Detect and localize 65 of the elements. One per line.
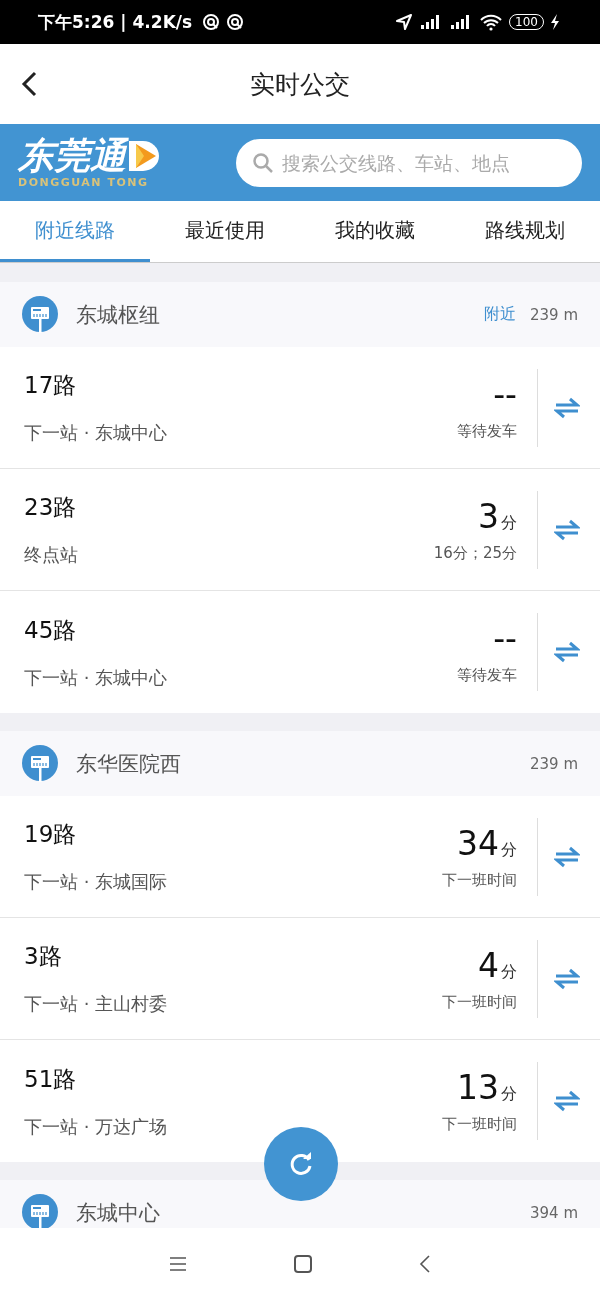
- route-row[interactable]: 23路 终点站 3 分 16分；25分: [0, 469, 600, 591]
- arrival-time: --: [493, 619, 517, 658]
- station-name: 东华医院西: [76, 750, 181, 778]
- arrival-time: --: [493, 374, 517, 414]
- route-row[interactable]: 17路 下一站 · 东城中心 -- 等待发车: [0, 347, 600, 469]
- route-name: 23路: [24, 493, 78, 522]
- page-title: 实时公交: [250, 68, 350, 101]
- station-header[interactable]: 东华医院西 239 m: [0, 731, 600, 796]
- search-icon: [252, 151, 274, 174]
- station-distance: 239 m: [530, 754, 578, 773]
- arrival-status: 等待发车: [457, 666, 517, 685]
- station-header[interactable]: 东城中心 394 m: [0, 1180, 600, 1228]
- route-name: 19路: [24, 820, 78, 849]
- next-stop: 下一站 · 东城国际: [24, 870, 169, 894]
- time-unit: 分: [501, 512, 517, 534]
- arrival-time: 3: [478, 496, 499, 536]
- search-field[interactable]: 搜索公交线路、车站、地点: [236, 138, 582, 187]
- next-stop: 下一站 · 东城中心: [24, 665, 169, 690]
- network-speed: 4.2K/s: [132, 12, 193, 32]
- home-icon[interactable]: [293, 1254, 313, 1274]
- arrival-status: 16分；25分: [433, 543, 517, 563]
- station-header[interactable]: 东城枢纽 附近 239 m: [0, 282, 600, 347]
- arrival-status: 下一班时间: [442, 870, 517, 890]
- route-row[interactable]: 19路 下一站 · 东城国际 34 分 下一班时间: [0, 796, 600, 918]
- time-unit: 分: [501, 839, 517, 861]
- route-row[interactable]: 51路 下一站 · 万达广场 13 分 下一班时间: [0, 1040, 600, 1162]
- charging-icon: [550, 13, 560, 31]
- wifi-icon: [479, 13, 504, 31]
- back-icon[interactable]: [418, 1254, 432, 1274]
- time-unit: 分: [501, 1084, 517, 1105]
- route-row[interactable]: 45路 下一站 · 东城中心 -- 等待发车: [0, 591, 600, 713]
- route-row[interactable]: 3路 下一站 · 主山村委 4 分 下一班时间: [0, 918, 600, 1040]
- arrival-status: 等待发车: [457, 421, 517, 441]
- menu-icon[interactable]: [168, 1256, 188, 1272]
- station-name: 东城枢纽: [76, 301, 160, 329]
- status-time: 下午5:26: [38, 10, 115, 34]
- route-name: 51路: [24, 1064, 78, 1094]
- logo-subtext: DONGGUAN TONG: [18, 176, 150, 189]
- tab[interactable]: 附近线路: [0, 201, 150, 262]
- tab[interactable]: 我的收藏: [300, 201, 450, 262]
- nearby-label: 附近: [484, 304, 516, 325]
- arrival-status: 下一班时间: [442, 992, 517, 1012]
- next-stop: 下一站 · 万达广场: [24, 1114, 169, 1139]
- bus-stop-icon: [22, 295, 58, 334]
- next-stop: 终点站: [24, 543, 79, 567]
- bus-stop-icon: [22, 744, 58, 783]
- next-stop: 下一站 · 东城中心: [24, 421, 169, 445]
- notification-icon: [202, 13, 221, 31]
- route-name: 3路: [24, 942, 63, 971]
- status-separator: |: [120, 12, 127, 32]
- notification-icon: [226, 13, 245, 31]
- route-name: 45路: [24, 615, 78, 645]
- station-distance: 394 m: [530, 1203, 578, 1222]
- route-name: 17路: [24, 371, 78, 400]
- arrival-time: 13: [457, 1068, 499, 1107]
- location-icon: [395, 13, 414, 31]
- next-stop: 下一站 · 主山村委: [24, 992, 169, 1016]
- arrival-time: 4: [478, 945, 499, 985]
- tab[interactable]: 最近使用: [150, 201, 300, 262]
- tab[interactable]: 路线规划: [450, 201, 600, 262]
- arrival-time: 34: [457, 823, 499, 863]
- station-distance: 239 m: [530, 305, 578, 324]
- time-unit: 分: [501, 961, 517, 983]
- arrival-status: 下一班时间: [442, 1115, 517, 1134]
- station-name: 东城中心: [76, 1199, 160, 1227]
